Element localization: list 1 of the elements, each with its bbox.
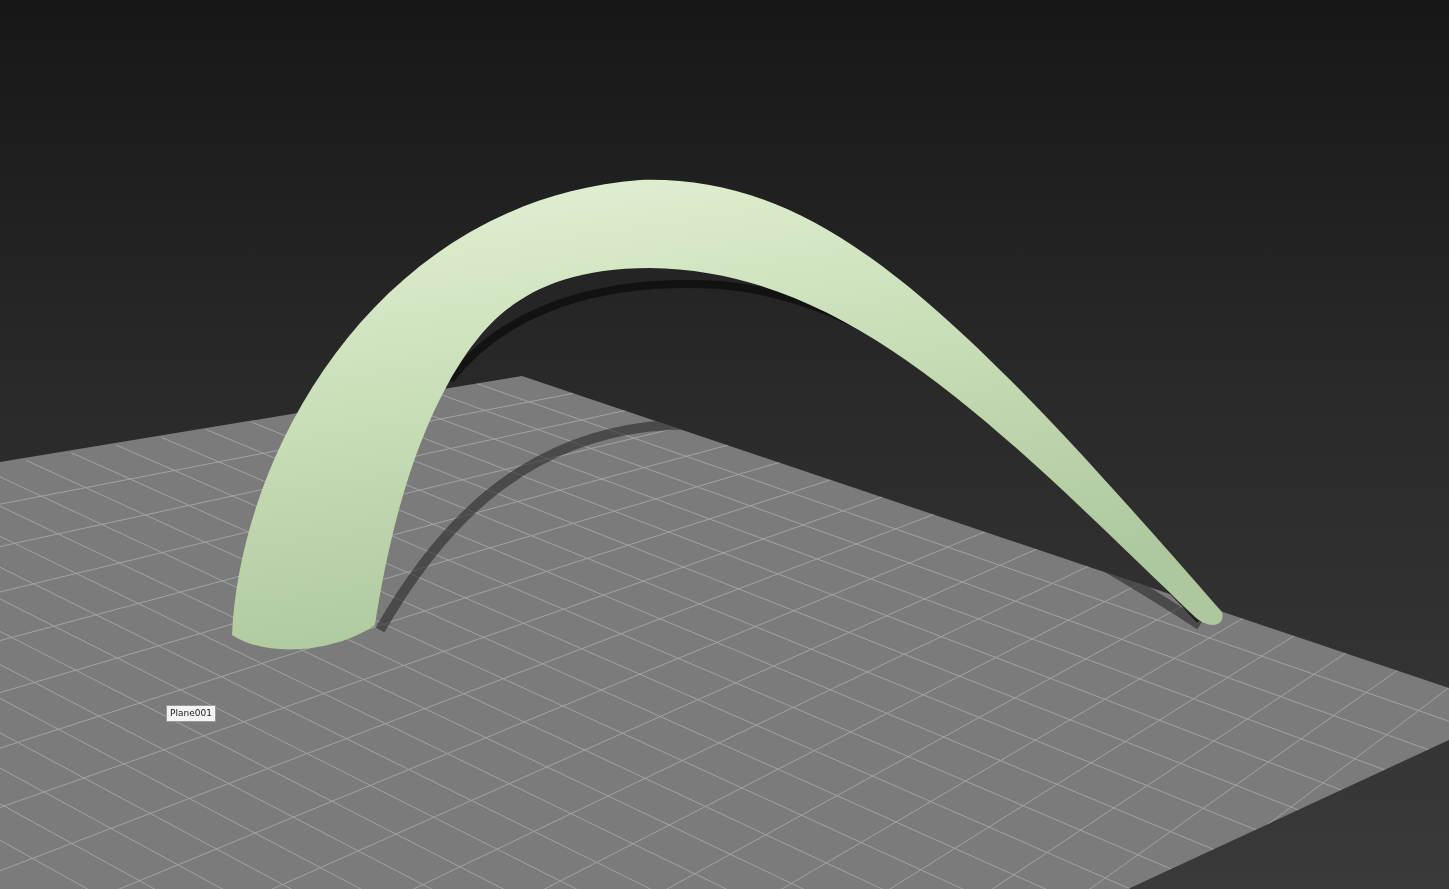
object-label: Plane001 xyxy=(166,705,216,722)
